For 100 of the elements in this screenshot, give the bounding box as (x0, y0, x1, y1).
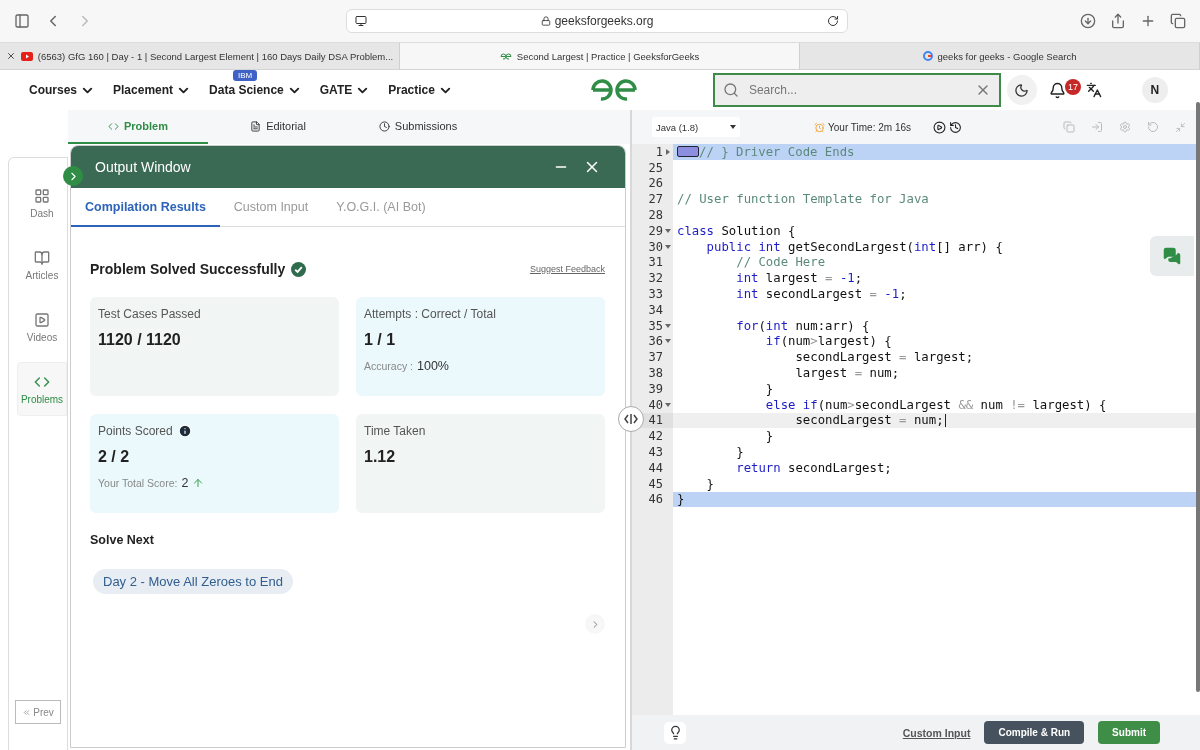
translate-icon[interactable] (1085, 82, 1102, 98)
avatar[interactable]: N (1141, 77, 1168, 103)
code-line: if(num>largest) { (764, 334, 892, 349)
line-number: 42 (648, 429, 663, 444)
problem-tab[interactable]: Editorial (208, 110, 348, 144)
tabs-overview-icon[interactable] (1170, 13, 1186, 29)
problem-chip[interactable]: Day 2 - Move All Zeroes to End (93, 569, 293, 594)
line-number: 1 (655, 144, 663, 159)
code-line: secondLargest = largest; (794, 350, 974, 365)
line-number: 35 (648, 318, 663, 333)
code-line: } (677, 492, 685, 507)
search-bar[interactable]: Search... (712, 73, 1001, 107)
problem-tab[interactable]: Submissions (348, 110, 488, 144)
sidebar-icon[interactable] (14, 13, 30, 29)
line-number: 27 (648, 192, 663, 207)
sidebar-item[interactable]: Dash (17, 176, 67, 230)
fold-arrow-icon[interactable] (664, 402, 671, 407)
url-text: geeksforgeeks.org (554, 14, 654, 28)
tab-title: Second Largest | Practice | GeeksforGeeks (516, 50, 700, 62)
reload-icon[interactable] (827, 15, 839, 27)
fold-arrow-icon[interactable] (664, 323, 671, 328)
play-icon[interactable] (933, 120, 946, 134)
language-select[interactable]: Java (1.8) (652, 117, 740, 137)
grid-icon (34, 187, 50, 204)
tab-title: (6563) GfG 160 | Day - 1 | Second Largest Element | 160 Days Daily DSA Problem... (37, 50, 394, 62)
document-icon (250, 120, 262, 132)
browser-tab[interactable]: Second Largest | Practice | GeeksforGeeks (400, 43, 800, 69)
nav-link[interactable]: Practice (388, 83, 435, 97)
compile-run-button[interactable]: Compile & Run (984, 721, 1085, 744)
site-logo[interactable] (588, 78, 639, 102)
nav-link[interactable]: Courses (29, 83, 78, 97)
code-line: int largest = -1; (735, 271, 863, 286)
card-value: 1120 / 1120 (98, 331, 182, 349)
section-heading: Solve Next (90, 533, 155, 547)
info-icon[interactable] (177, 424, 192, 438)
custom-input-link[interactable]: Custom Input (902, 726, 971, 739)
bell-icon[interactable] (1048, 81, 1066, 99)
output-tab[interactable]: Compilation Results (71, 188, 220, 227)
window-title: Output Window (95, 159, 192, 175)
caret-icon (730, 125, 736, 129)
fold-arrow-icon[interactable] (664, 228, 671, 233)
dark-mode-button[interactable] (1006, 75, 1037, 105)
new-tab-icon[interactable] (1140, 13, 1156, 29)
code-line: return secondLargest; (735, 460, 892, 475)
expand-button[interactable] (63, 166, 83, 186)
line-number: 43 (648, 445, 663, 460)
hint-button[interactable] (664, 721, 686, 744)
code-line: // User function Template for Java (677, 192, 929, 207)
nav-badge: IBM (233, 69, 258, 81)
fold-widget[interactable] (677, 146, 699, 158)
sidebar-item[interactable]: Problems (17, 362, 67, 416)
code-line: else if(num>secondLargest && num != largest) { (764, 397, 1107, 412)
code-line: largest = num; (794, 366, 900, 381)
fold-arrow-icon[interactable] (665, 148, 670, 155)
detail-value: 100% (417, 359, 449, 373)
nav-link[interactable]: Placement (113, 83, 174, 97)
sidebar-item[interactable]: Articles (17, 238, 67, 292)
sidebar-label: Problems (20, 393, 64, 405)
line-number: 41 (648, 413, 663, 428)
search-field[interactable]: Search... (746, 82, 967, 98)
history-icon[interactable] (949, 120, 962, 134)
code-line: } (764, 429, 774, 444)
sidebar-item[interactable]: Videos (17, 300, 67, 354)
address-bar[interactable]: geeksforgeeks.org (346, 9, 848, 33)
code-line: } (764, 381, 774, 396)
feedback-link[interactable]: Suggest Feedback (529, 264, 605, 274)
line-number: 44 (648, 460, 663, 475)
code-line: // } Driver Code Ends (699, 144, 855, 159)
code-icon (108, 120, 119, 132)
card-title: Test Cases Passed (98, 307, 201, 321)
submit-button[interactable]: Submit (1098, 721, 1160, 744)
card-value: 2 / 2 (98, 448, 131, 466)
download-icon[interactable] (1080, 13, 1096, 29)
line-number: 34 (648, 302, 663, 317)
page-icon (355, 15, 367, 27)
line-number: 30 (648, 239, 663, 254)
fold-arrow-icon[interactable] (664, 339, 671, 344)
nav-link[interactable]: Data Science (209, 83, 284, 97)
prev-button[interactable]: Prev (15, 700, 61, 724)
line-number: 28 (648, 208, 663, 223)
chat-button[interactable] (1150, 236, 1194, 276)
search-icon (722, 82, 739, 98)
status-text: Problem Solved Successfully (90, 261, 286, 277)
double-chevron-icon (22, 707, 32, 717)
nav-link[interactable]: GATE (319, 83, 353, 97)
close-icon[interactable] (5, 51, 16, 61)
line-number: 31 (648, 255, 663, 270)
fold-arrow-icon[interactable] (664, 244, 671, 249)
code-line: } (735, 445, 744, 460)
share-icon[interactable] (1110, 13, 1126, 29)
line-number: 25 (648, 160, 663, 175)
detail-label: Your Total Score: (98, 477, 178, 489)
line-number: 26 (648, 176, 663, 191)
code-line: secondLargest = num; (794, 413, 944, 428)
sidebar-label: Videos (26, 331, 58, 343)
card-title: Time Taken (364, 424, 426, 438)
notification-count: 17 (1064, 78, 1081, 95)
code-line: int secondLargest = -1; (735, 287, 907, 302)
moon-icon (1014, 82, 1030, 98)
card-value: 1.12 (364, 448, 397, 466)
